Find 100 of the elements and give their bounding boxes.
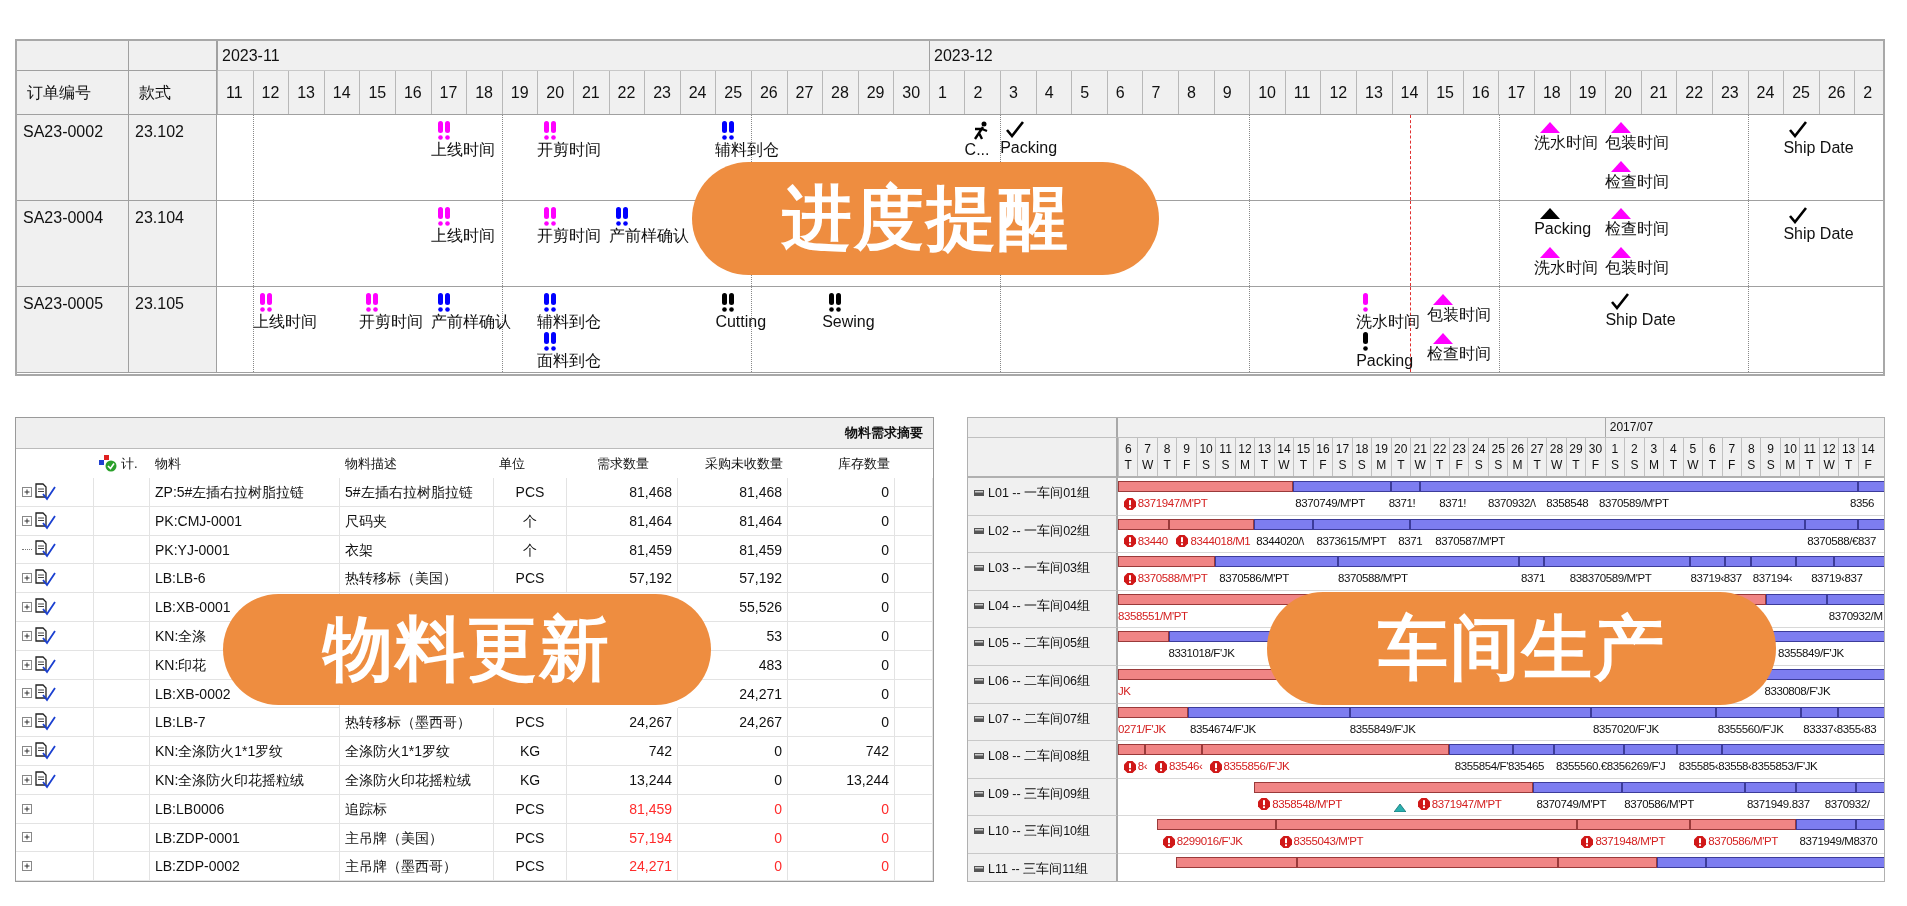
weekday-label: M [1240, 457, 1251, 473]
day-label: 11 [217, 71, 253, 114]
table-cell: 0 [678, 823, 788, 853]
day-number: 2 [1631, 441, 1638, 457]
bar-icon [974, 753, 984, 760]
day-number: 27 [1530, 441, 1544, 457]
day-label: 29 [857, 71, 894, 114]
bar-icon [974, 677, 984, 684]
day-number: 22 [1433, 441, 1447, 457]
table-cell: 0 [788, 823, 895, 853]
panel-title: 物料需求摘要 [16, 418, 933, 449]
day-label: 15 [1427, 71, 1463, 114]
expand-icon[interactable] [22, 717, 32, 728]
order-label: 8370588/M'PT [1137, 571, 1208, 587]
table-cell: LB:LB-7 [150, 708, 340, 738]
table-cell: 主吊牌（墨西哥） [340, 852, 494, 881]
weekday-label: M [1376, 457, 1387, 473]
expand-icon[interactable] [22, 803, 32, 814]
column-header: 库存数量 [838, 455, 890, 473]
table-cell: PCS [494, 794, 567, 824]
order-label: 8358551/M'PT [1118, 608, 1188, 624]
order-label: 8371 [1398, 533, 1423, 549]
expand-icon[interactable] [22, 832, 32, 843]
expand-icon[interactable] [22, 573, 32, 584]
bar-icon [974, 640, 984, 647]
milestone-label: 检查时间 [1605, 220, 1670, 238]
milestone-label: 面料到仓 [537, 352, 602, 370]
day-label: 4 [1035, 71, 1072, 114]
weekday-label: T [1124, 457, 1132, 473]
bar-icon [974, 715, 984, 722]
day-label: 17 [430, 71, 467, 114]
order-label: 8299016/F'JK [1176, 834, 1243, 850]
day-number: 11 [1219, 441, 1232, 457]
day-label: 21 [1640, 71, 1677, 114]
line-label: L01 -- 一车间01组 [988, 486, 1091, 501]
milestone-label: 开剪时间 [537, 227, 602, 245]
milestone-label: 辅料到仓 [537, 313, 602, 331]
order-label: 8370932/\ [1487, 496, 1536, 511]
column-header: 采购未收数量 [705, 455, 783, 473]
document-check-icon [34, 540, 56, 559]
day-number: 11 [1803, 441, 1816, 457]
order-label: 837194‹ [1752, 571, 1793, 587]
table-cell: 0 [788, 650, 895, 680]
weekday-label: W [1414, 457, 1426, 473]
order-label: 8358548/M'PT [1272, 796, 1342, 812]
day-label: 21 [572, 71, 609, 114]
milestone-label: 洗水时间 [1534, 259, 1599, 277]
line-label: L09 -- 三车间09组 [988, 786, 1091, 802]
line-label: L07 -- 二车间07组 [988, 711, 1091, 727]
expand-icon[interactable] [22, 688, 32, 699]
expand-icon[interactable] [22, 861, 32, 872]
expand-icon[interactable] [22, 602, 32, 613]
order-label: 8355043/M'PT [1293, 834, 1364, 850]
milestone-label: 包装时间 [1427, 306, 1492, 324]
day-number: 29 [1569, 441, 1583, 457]
expand-icon[interactable] [22, 486, 32, 497]
milestone-label: 辅料到仓 [715, 141, 780, 159]
line-label: L03 -- 一车间03组 [988, 561, 1091, 577]
milestone-label: 产前样确认 [608, 227, 689, 245]
bar-icon [974, 490, 984, 496]
day-label: 23 [644, 71, 680, 114]
table-cell: 81,459 [567, 535, 678, 565]
table-cell: 全涤防火印花摇粒绒 [340, 765, 494, 795]
day-number: 4 [1670, 441, 1677, 457]
table-cell: 24,271 [567, 852, 678, 881]
weekday-label: T [1397, 457, 1405, 473]
order-label: 8355560/F'JK [1717, 721, 1784, 737]
order-label: 8344020/\ [1256, 533, 1304, 549]
order-label: 0271/F'JK [1118, 721, 1166, 737]
milestone-label: Ship Date [1783, 139, 1854, 157]
milestone-label: Packing [1534, 220, 1592, 238]
expand-icon[interactable] [22, 630, 32, 641]
order-label: 8355854/F'835465 [1454, 759, 1544, 775]
day-label: 2 [964, 71, 1001, 114]
document-check-icon [34, 598, 56, 617]
day-number: 13 [1257, 441, 1272, 457]
day-label: 11 [1284, 71, 1321, 114]
table-cell: 个 [494, 535, 567, 565]
table-cell: 热转移标（美国） [340, 564, 494, 594]
table-cell: 24,267 [567, 708, 678, 738]
table-cell: LB:ZDP-0002 [150, 852, 340, 881]
expand-icon[interactable] [22, 659, 32, 670]
weekday-label: F [1455, 457, 1463, 473]
document-check-icon [34, 770, 56, 789]
table-cell: KN:全涤防火印花摇粒绒 [150, 765, 340, 795]
expand-icon[interactable] [22, 515, 32, 526]
table-cell: PCS [494, 564, 567, 594]
expand-icon[interactable] [22, 774, 32, 785]
expand-icon[interactable] [22, 746, 32, 757]
table-cell: 81,459 [678, 535, 788, 565]
day-number: 7 [1144, 441, 1152, 457]
table-cell: PK:YJ-0001 [150, 535, 340, 565]
order-label: 8354674/F'JK [1190, 721, 1256, 737]
weekday-label: T [1163, 457, 1171, 473]
day-label: 26 [1818, 71, 1855, 114]
weekday-label: S [1610, 457, 1619, 473]
milestone-label: 开剪时间 [537, 141, 602, 159]
day-label: 26 [750, 71, 787, 114]
table-cell: 57,192 [678, 564, 788, 594]
bar-icon [974, 565, 984, 572]
